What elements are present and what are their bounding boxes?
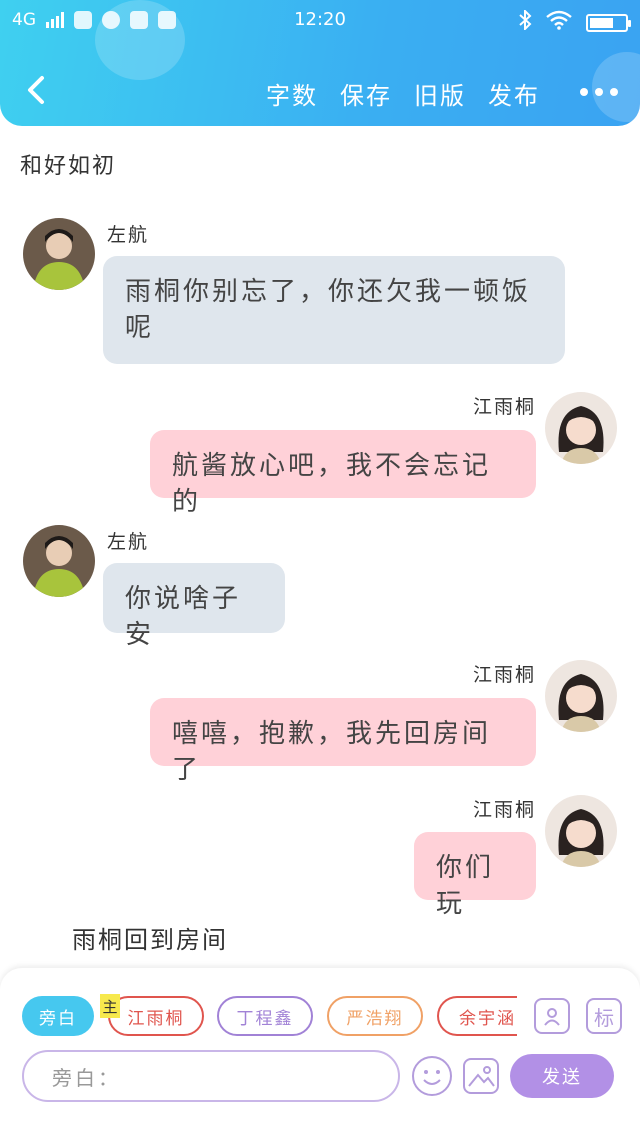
avatar-zuohang[interactable] [23,525,95,597]
avatar-jiangyutong[interactable] [545,660,617,732]
message-input[interactable]: 旁白： [22,1050,400,1102]
more-options-button[interactable] [580,88,618,96]
sender-name: 江雨桐 [472,664,536,686]
image-icon[interactable] [463,1058,499,1094]
header: 4G 12:20 字数 保存 旧版 发布 [0,0,640,126]
wifi-icon [546,10,572,35]
back-button[interactable] [20,72,56,108]
message-bubble[interactable]: 你说啥子安 [103,563,285,650]
publish-button[interactable]: 发布 [488,76,540,111]
story-title: 和好如初 [20,154,117,179]
status-bar: 4G 12:20 [0,0,640,42]
character-chip-yuyuhan[interactable]: 余宇涵 [437,996,517,1036]
avatar-jiangyutong[interactable] [545,795,617,867]
sender-name: 江雨桐 [472,799,536,821]
message-bubble[interactable]: 你们玩 [414,832,536,919]
battery-icon [586,13,631,32]
chevron-left-icon [28,76,44,104]
message-bubble[interactable]: 航酱放心吧，我不会忘记的 [150,430,536,517]
character-chip-dingchengxin[interactable]: 丁程鑫 [217,996,313,1036]
send-button[interactable]: 发送 [510,1054,614,1098]
word-count-button[interactable]: 字数 [266,76,318,111]
character-manage-icon[interactable] [534,998,570,1034]
old-version-button[interactable]: 旧版 [414,76,466,111]
message-bubble[interactable]: 嘻嘻，抱歉，我先回房间了 [150,698,536,785]
emoji-icon[interactable] [412,1056,452,1096]
bluetooth-icon [518,8,532,35]
message-bubble[interactable]: 雨桐你别忘了，你还欠我一顿饭呢 [103,256,565,364]
avatar-jiangyutong[interactable] [545,392,617,464]
sender-name: 左航 [107,531,150,553]
sender-name: 江雨桐 [472,396,536,418]
character-chip-yanhaoxiang[interactable]: 严浩翔 [327,996,423,1036]
mark-button[interactable]: 标 [586,998,622,1034]
nav-bar: 字数 保存 旧版 发布 [0,58,640,126]
avatar-zuohang[interactable] [23,218,95,290]
main-character-badge: 主 [100,994,120,1018]
narration-text[interactable]: 雨桐回到房间 [72,920,228,955]
save-button[interactable]: 保存 [340,76,392,111]
character-chip-narrator[interactable]: 旁白 [22,996,94,1036]
sender-name: 左航 [107,224,150,246]
character-chip-jiangyutong[interactable]: 江雨桐 [108,996,204,1036]
